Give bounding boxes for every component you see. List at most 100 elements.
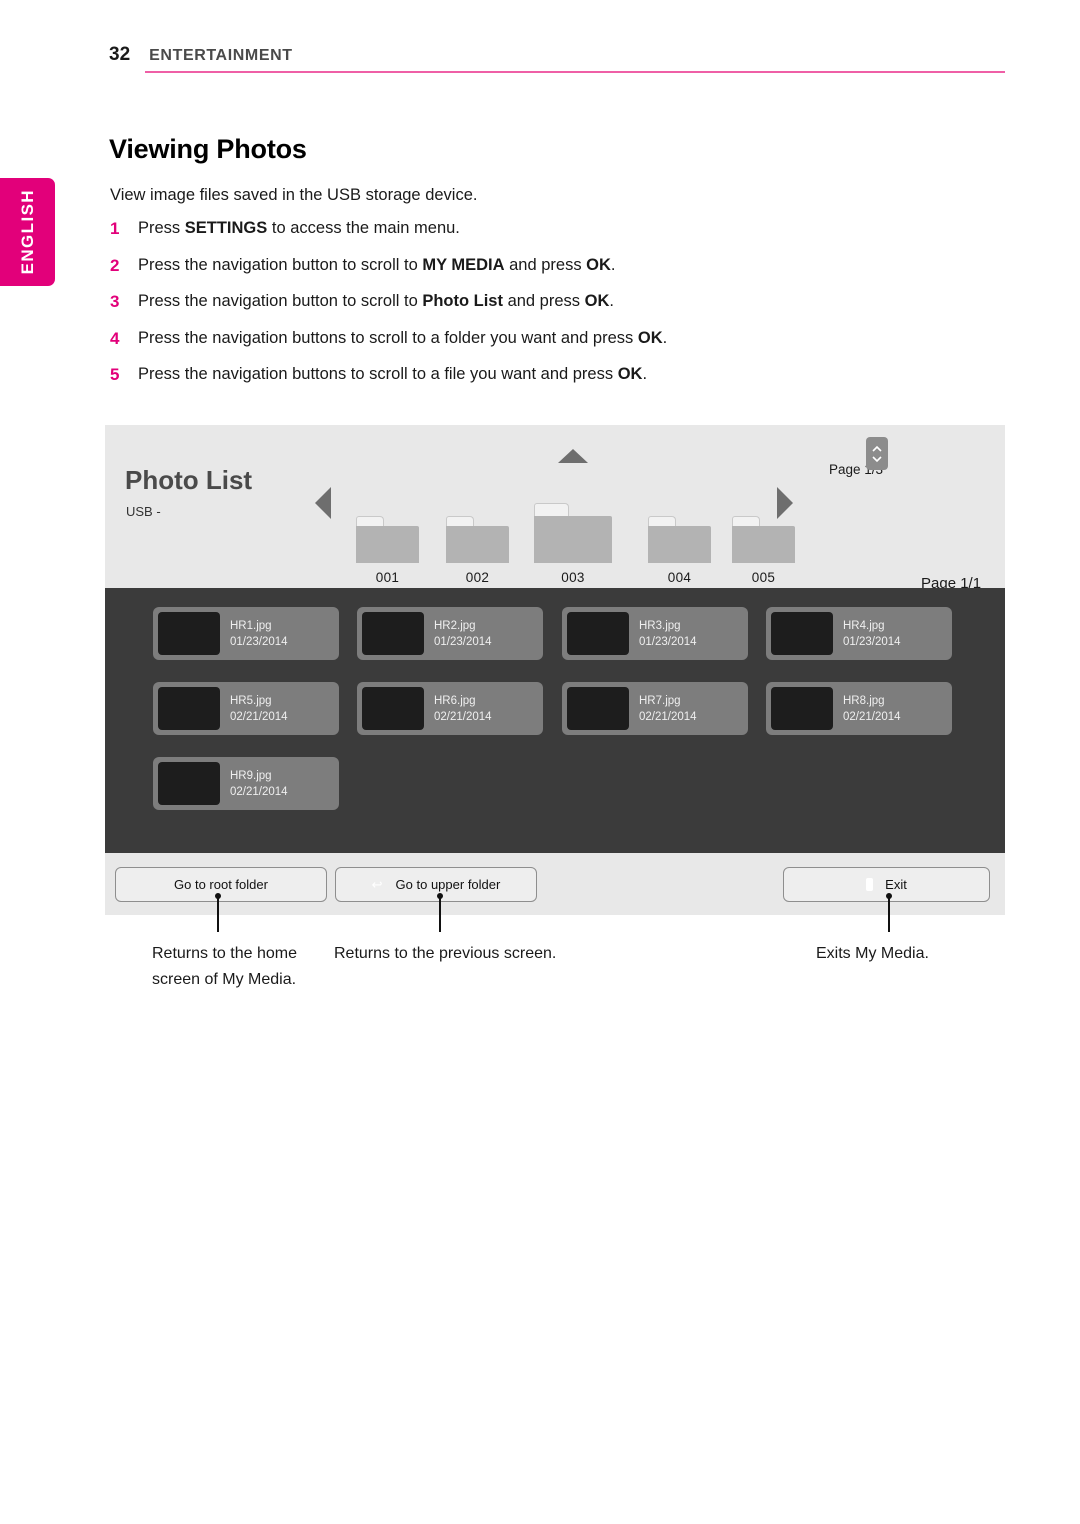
selected-folder-caret-icon [558,449,588,463]
go-to-upper-folder-label: Go to upper folder [395,877,501,892]
folder-icon [446,516,509,563]
file-date: 02/21/2014 [230,785,288,798]
file-meta: HR4.jpg 01/23/2014 [843,619,901,649]
folder-icon [534,503,612,563]
file-name: HR6.jpg [434,694,476,707]
step-text: Press the navigation button to scroll to… [138,292,614,310]
folder-strip: 001 002 003 004 005 [348,449,795,585]
file-date: 01/23/2014 [434,635,492,648]
exit-label: Exit [885,877,907,892]
file-thumbnail [158,762,220,805]
page-number: 32 [109,44,131,65]
folder-label: 004 [667,570,692,585]
file-meta: HR9.jpg 02/21/2014 [230,769,288,799]
file-name: HR8.jpg [843,694,885,707]
callout-line-root [217,896,219,932]
file-card[interactable]: HR7.jpg 02/21/2014 [562,682,748,735]
file-meta: HR5.jpg 02/21/2014 [230,694,288,724]
callout-root-text: Returns to the home screen of My Media. [152,945,297,988]
file-thumbnail [158,687,220,730]
file-name: HR7.jpg [639,694,681,707]
file-date: 02/21/2014 [639,710,697,723]
file-card[interactable]: HR3.jpg 01/23/2014 [562,607,748,660]
file-meta: HR6.jpg 02/21/2014 [434,694,492,724]
chapter-title: ENTERTAINMENT [149,47,293,64]
step-text: Press SETTINGS to access the main menu. [138,219,460,237]
folder-icon [732,516,795,563]
file-meta: HR8.jpg 02/21/2014 [843,694,901,724]
header-rule [145,71,1005,73]
go-to-root-folder-label: Go to root folder [174,877,268,892]
file-thumbnail [567,612,629,655]
file-date: 02/21/2014 [230,710,288,723]
file-meta: HR7.jpg 02/21/2014 [639,694,697,724]
steps-list: 1 Press SETTINGS to access the main menu… [110,218,970,401]
file-grid: HR1.jpg 01/23/2014 HR2.jpg 01/23/2014 HR3.jp… [105,588,1005,853]
file-thumbnail [771,612,833,655]
file-date: 01/23/2014 [843,635,901,648]
photo-list-screen: Photo List USB - 001 002 003 004 005 Page 1/… [105,425,1005,915]
file-card[interactable]: HR2.jpg 01/23/2014 [357,607,543,660]
screen-footer: Go to root folder ↩ Go to upper folder E… [105,853,1005,915]
page-title: Viewing Photos [109,134,307,164]
callout-exit-text: Exits My Media. [816,945,929,962]
file-thumbnail [362,612,424,655]
folder-item-001[interactable]: 001 [356,516,419,585]
file-card[interactable]: HR6.jpg 02/21/2014 [357,682,543,735]
callout-upper-text: Returns to the previous screen. [334,945,557,962]
callout-line-exit [888,896,890,932]
step-item: 3 Press the navigation button to scroll … [110,291,970,312]
file-card[interactable]: HR5.jpg 02/21/2014 [153,682,339,735]
file-meta: HR3.jpg 01/23/2014 [639,619,697,649]
file-date: 01/23/2014 [639,635,697,648]
file-card[interactable]: HR1.jpg 01/23/2014 [153,607,339,660]
folder-item-002[interactable]: 002 [446,516,509,585]
folder-item-004[interactable]: 004 [648,516,711,585]
step-number: 2 [110,255,120,275]
file-card[interactable]: HR8.jpg 02/21/2014 [766,682,952,735]
step-number: 5 [110,365,120,384]
file-meta: HR1.jpg 01/23/2014 [230,619,288,649]
step-text: Press the navigation buttons to scroll t… [138,328,668,347]
step-number: 4 [110,328,120,348]
folder-icon [356,516,419,563]
arrow-right-icon[interactable] [777,487,793,519]
file-thumbnail [362,687,424,730]
file-card[interactable]: HR9.jpg 02/21/2014 [153,757,339,810]
file-name: HR4.jpg [843,619,885,632]
step-item: 4 Press the navigation buttons to scroll… [110,328,970,349]
file-name: HR2.jpg [434,619,476,632]
file-card[interactable]: HR4.jpg 01/23/2014 [766,607,952,660]
step-number: 1 [110,219,120,238]
folder-item-003[interactable]: 003 [534,503,612,585]
file-date: 01/23/2014 [230,635,288,648]
scroll-up-down-icon[interactable] [866,437,888,470]
file-name: HR3.jpg [639,619,681,632]
folder-label: 003 [561,570,585,585]
step-item: 1 Press SETTINGS to access the main menu… [110,218,970,239]
step-item: 2 Press the navigation button to scroll … [110,255,970,276]
language-tab-label: ENGLISH [17,189,37,275]
return-arrow-icon: ↩ [371,877,383,892]
step-text: Press the navigation button to scroll to… [138,255,616,274]
folder-icon [648,516,711,563]
file-thumbnail [158,612,220,655]
file-name: HR1.jpg [230,619,272,632]
usb-source-label: USB - [126,504,161,519]
folder-label: 001 [375,570,400,585]
page-header: 32 ENTERTAINMENT [109,44,1080,66]
intro-text: View image files saved in the USB storag… [110,186,478,204]
go-to-root-folder-button[interactable]: Go to root folder [115,867,327,902]
file-name: HR9.jpg [230,769,272,782]
go-to-upper-folder-button[interactable]: ↩ Go to upper folder [335,867,537,902]
file-name: HR5.jpg [230,694,272,707]
file-date: 02/21/2014 [434,710,492,723]
folder-item-005[interactable]: 005 [732,516,795,585]
callout-line-upper [439,896,441,932]
exit-block-icon [866,878,874,891]
screen-title: Photo List [125,465,253,495]
file-thumbnail [567,687,629,730]
file-date: 02/21/2014 [843,710,901,723]
arrow-left-icon[interactable] [315,487,331,519]
file-thumbnail [771,687,833,730]
